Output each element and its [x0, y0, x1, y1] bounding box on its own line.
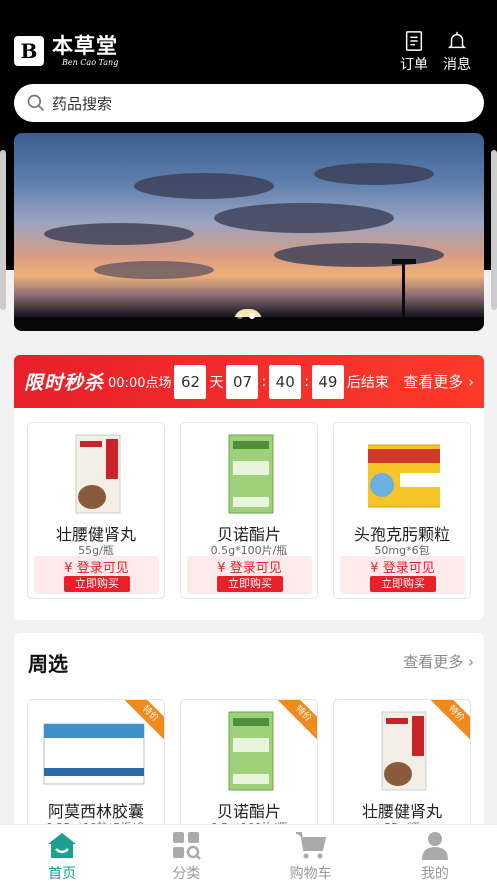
- product-card[interactable]: 头孢克肟颗粒 50mg*6包 ¥ 登录可见 立即购买: [333, 422, 471, 599]
- flash-sale-title: 限时秒杀: [24, 372, 105, 394]
- banner-indicator: [237, 313, 255, 319]
- flash-sale-section: 限时秒杀 00:00点场 62 天 07 : 40 : 49 后结束 查看更多 …: [14, 355, 484, 620]
- banner-dot: [237, 313, 243, 319]
- countdown-sep: :: [304, 373, 309, 390]
- tab-profile-label: 我的: [420, 866, 449, 882]
- home-icon: [48, 833, 77, 858]
- product-card[interactable]: 壮腰健肾丸 55g/瓶 ¥ 登录可见 立即购买: [27, 422, 165, 599]
- tab-home[interactable]: 首页: [0, 825, 124, 883]
- countdown-suffix: 后结束: [346, 374, 389, 391]
- banner-prev-peek: [0, 150, 6, 310]
- weekly-more-link[interactable]: 查看更多 ›: [403, 651, 474, 672]
- product-card[interactable]: 特价 阿莫西林胶囊 0.25g*10粒*5板/盒: [27, 699, 165, 833]
- price-login-hint: ¥ 登录可见: [64, 561, 129, 576]
- countdown-seconds: 49: [311, 364, 344, 399]
- product-image: [381, 711, 427, 791]
- buy-now-button[interactable]: 立即购买: [370, 576, 436, 592]
- product-image: [75, 434, 121, 514]
- tab-category-label: 分类: [172, 866, 201, 882]
- logo-title: 本草堂: [52, 33, 118, 58]
- search-icon: [27, 94, 45, 112]
- orders-label: 订单: [400, 57, 428, 73]
- countdown-hours: 07: [226, 364, 259, 399]
- app-logo: B 本草堂 Ben Cao Tang: [14, 34, 118, 67]
- flash-sale-header: 限时秒杀 00:00点场 62 天 07 : 40 : 49 后结束 查看更多 …: [14, 355, 484, 408]
- price-login-hint: ¥ 登录可见: [217, 561, 282, 576]
- product-image: [228, 711, 274, 791]
- price-login-hint: ¥ 登录可见: [370, 561, 435, 576]
- product-card[interactable]: 特价 贝诺酯片 0.5g*100片/瓶: [180, 699, 318, 833]
- tab-home-label: 首页: [48, 866, 77, 882]
- flash-sale-more-link[interactable]: 查看更多 ›: [403, 371, 474, 392]
- orders-button[interactable]: 订单: [394, 30, 434, 74]
- search-placeholder: 药品搜索: [52, 94, 113, 113]
- price-tag: ¥ 登录可见 立即购买: [340, 556, 465, 594]
- cart-icon: [295, 832, 326, 859]
- messages-button[interactable]: 消息: [437, 30, 477, 74]
- product-image: [228, 434, 274, 514]
- weekly-section: 周选 查看更多 › 特价 阿莫西林胶囊 0.25g*10粒*5板/盒 特价 贝诺…: [14, 633, 484, 833]
- buy-now-button[interactable]: 立即购买: [64, 576, 130, 592]
- more-label: 查看更多: [403, 373, 464, 391]
- more-label: 查看更多: [403, 653, 464, 671]
- price-tag: ¥ 登录可见 立即购买: [34, 556, 159, 594]
- tab-cart[interactable]: 购物车: [249, 825, 373, 883]
- tab-profile[interactable]: 我的: [373, 825, 497, 883]
- product-image: [43, 723, 145, 785]
- countdown-minutes: 40: [269, 364, 302, 399]
- user-icon: [421, 832, 448, 860]
- logo-subtitle: Ben Cao Tang: [62, 58, 119, 67]
- search-input[interactable]: 药品搜索: [14, 84, 484, 122]
- tab-cart-label: 购物车: [289, 866, 332, 882]
- banner-next-peek: [491, 150, 497, 310]
- orders-icon: [405, 31, 423, 51]
- buy-now-button[interactable]: 立即购买: [217, 576, 283, 592]
- countdown-day-unit: 天: [209, 374, 224, 391]
- product-card[interactable]: 贝诺酯片 0.5g*100片/瓶 ¥ 登录可见 立即购买: [180, 422, 318, 599]
- category-icon: [173, 832, 202, 860]
- banner-carousel[interactable]: [14, 133, 484, 331]
- weekly-title: 周选: [28, 652, 68, 676]
- bottom-tab-bar: 首页 分类 购物车 我的: [0, 824, 497, 883]
- countdown-sep: :: [261, 373, 267, 390]
- product-image: [368, 444, 440, 508]
- price-tag: ¥ 登录可见 立即购买: [187, 556, 312, 594]
- flash-sale-start: 00:00点场: [108, 376, 172, 391]
- tab-category[interactable]: 分类: [124, 825, 248, 883]
- logo-mark-icon: B: [14, 35, 44, 66]
- countdown-days: 62: [174, 364, 207, 399]
- product-card[interactable]: 特价 壮腰健肾丸 55g/瓶: [333, 699, 471, 833]
- bell-icon: [447, 31, 467, 49]
- messages-label: 消息: [443, 57, 471, 73]
- banner-dot-active: [249, 313, 255, 319]
